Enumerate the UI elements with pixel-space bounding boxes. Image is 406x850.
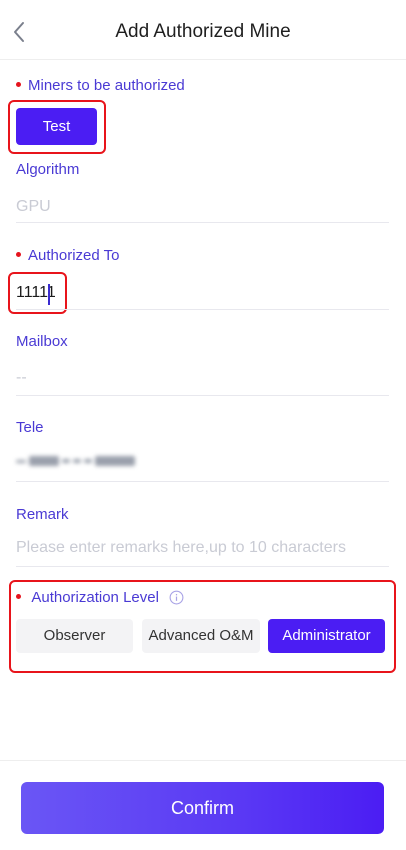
confirm-button[interactable]: Confirm — [21, 782, 384, 834]
remark-label: Remark — [16, 506, 69, 523]
authorization-level-text: Authorization Level — [31, 589, 159, 606]
mailbox-label: Mailbox — [16, 333, 68, 350]
divider — [16, 566, 389, 567]
level-option-advanced-om[interactable]: Advanced O&M — [142, 619, 260, 653]
info-icon[interactable] — [169, 590, 184, 605]
authorization-level-label: Authorization Level — [16, 589, 184, 606]
divider — [16, 222, 389, 223]
miners-label: Miners to be authorized — [16, 77, 185, 94]
level-option-observer[interactable]: Observer — [16, 619, 133, 653]
divider — [16, 309, 389, 310]
header-bar: Add Authorized Mine — [0, 0, 406, 60]
tele-label: Tele — [16, 419, 44, 436]
algorithm-label: Algorithm — [16, 161, 80, 178]
divider — [16, 395, 389, 396]
remark-input[interactable]: Please enter remarks here,up to 10 chara… — [16, 539, 346, 557]
algorithm-value: GPU — [16, 198, 51, 215]
mailbox-value: -- — [16, 369, 27, 386]
page-title: Add Authorized Mine — [115, 21, 291, 42]
authorized-to-label: Authorized To — [16, 247, 119, 264]
level-option-administrator[interactable]: Administrator — [268, 619, 385, 653]
divider — [16, 481, 389, 482]
text-cursor — [48, 284, 50, 305]
tele-value-blurred — [16, 456, 135, 466]
miner-tag-test[interactable]: Test — [16, 108, 97, 145]
